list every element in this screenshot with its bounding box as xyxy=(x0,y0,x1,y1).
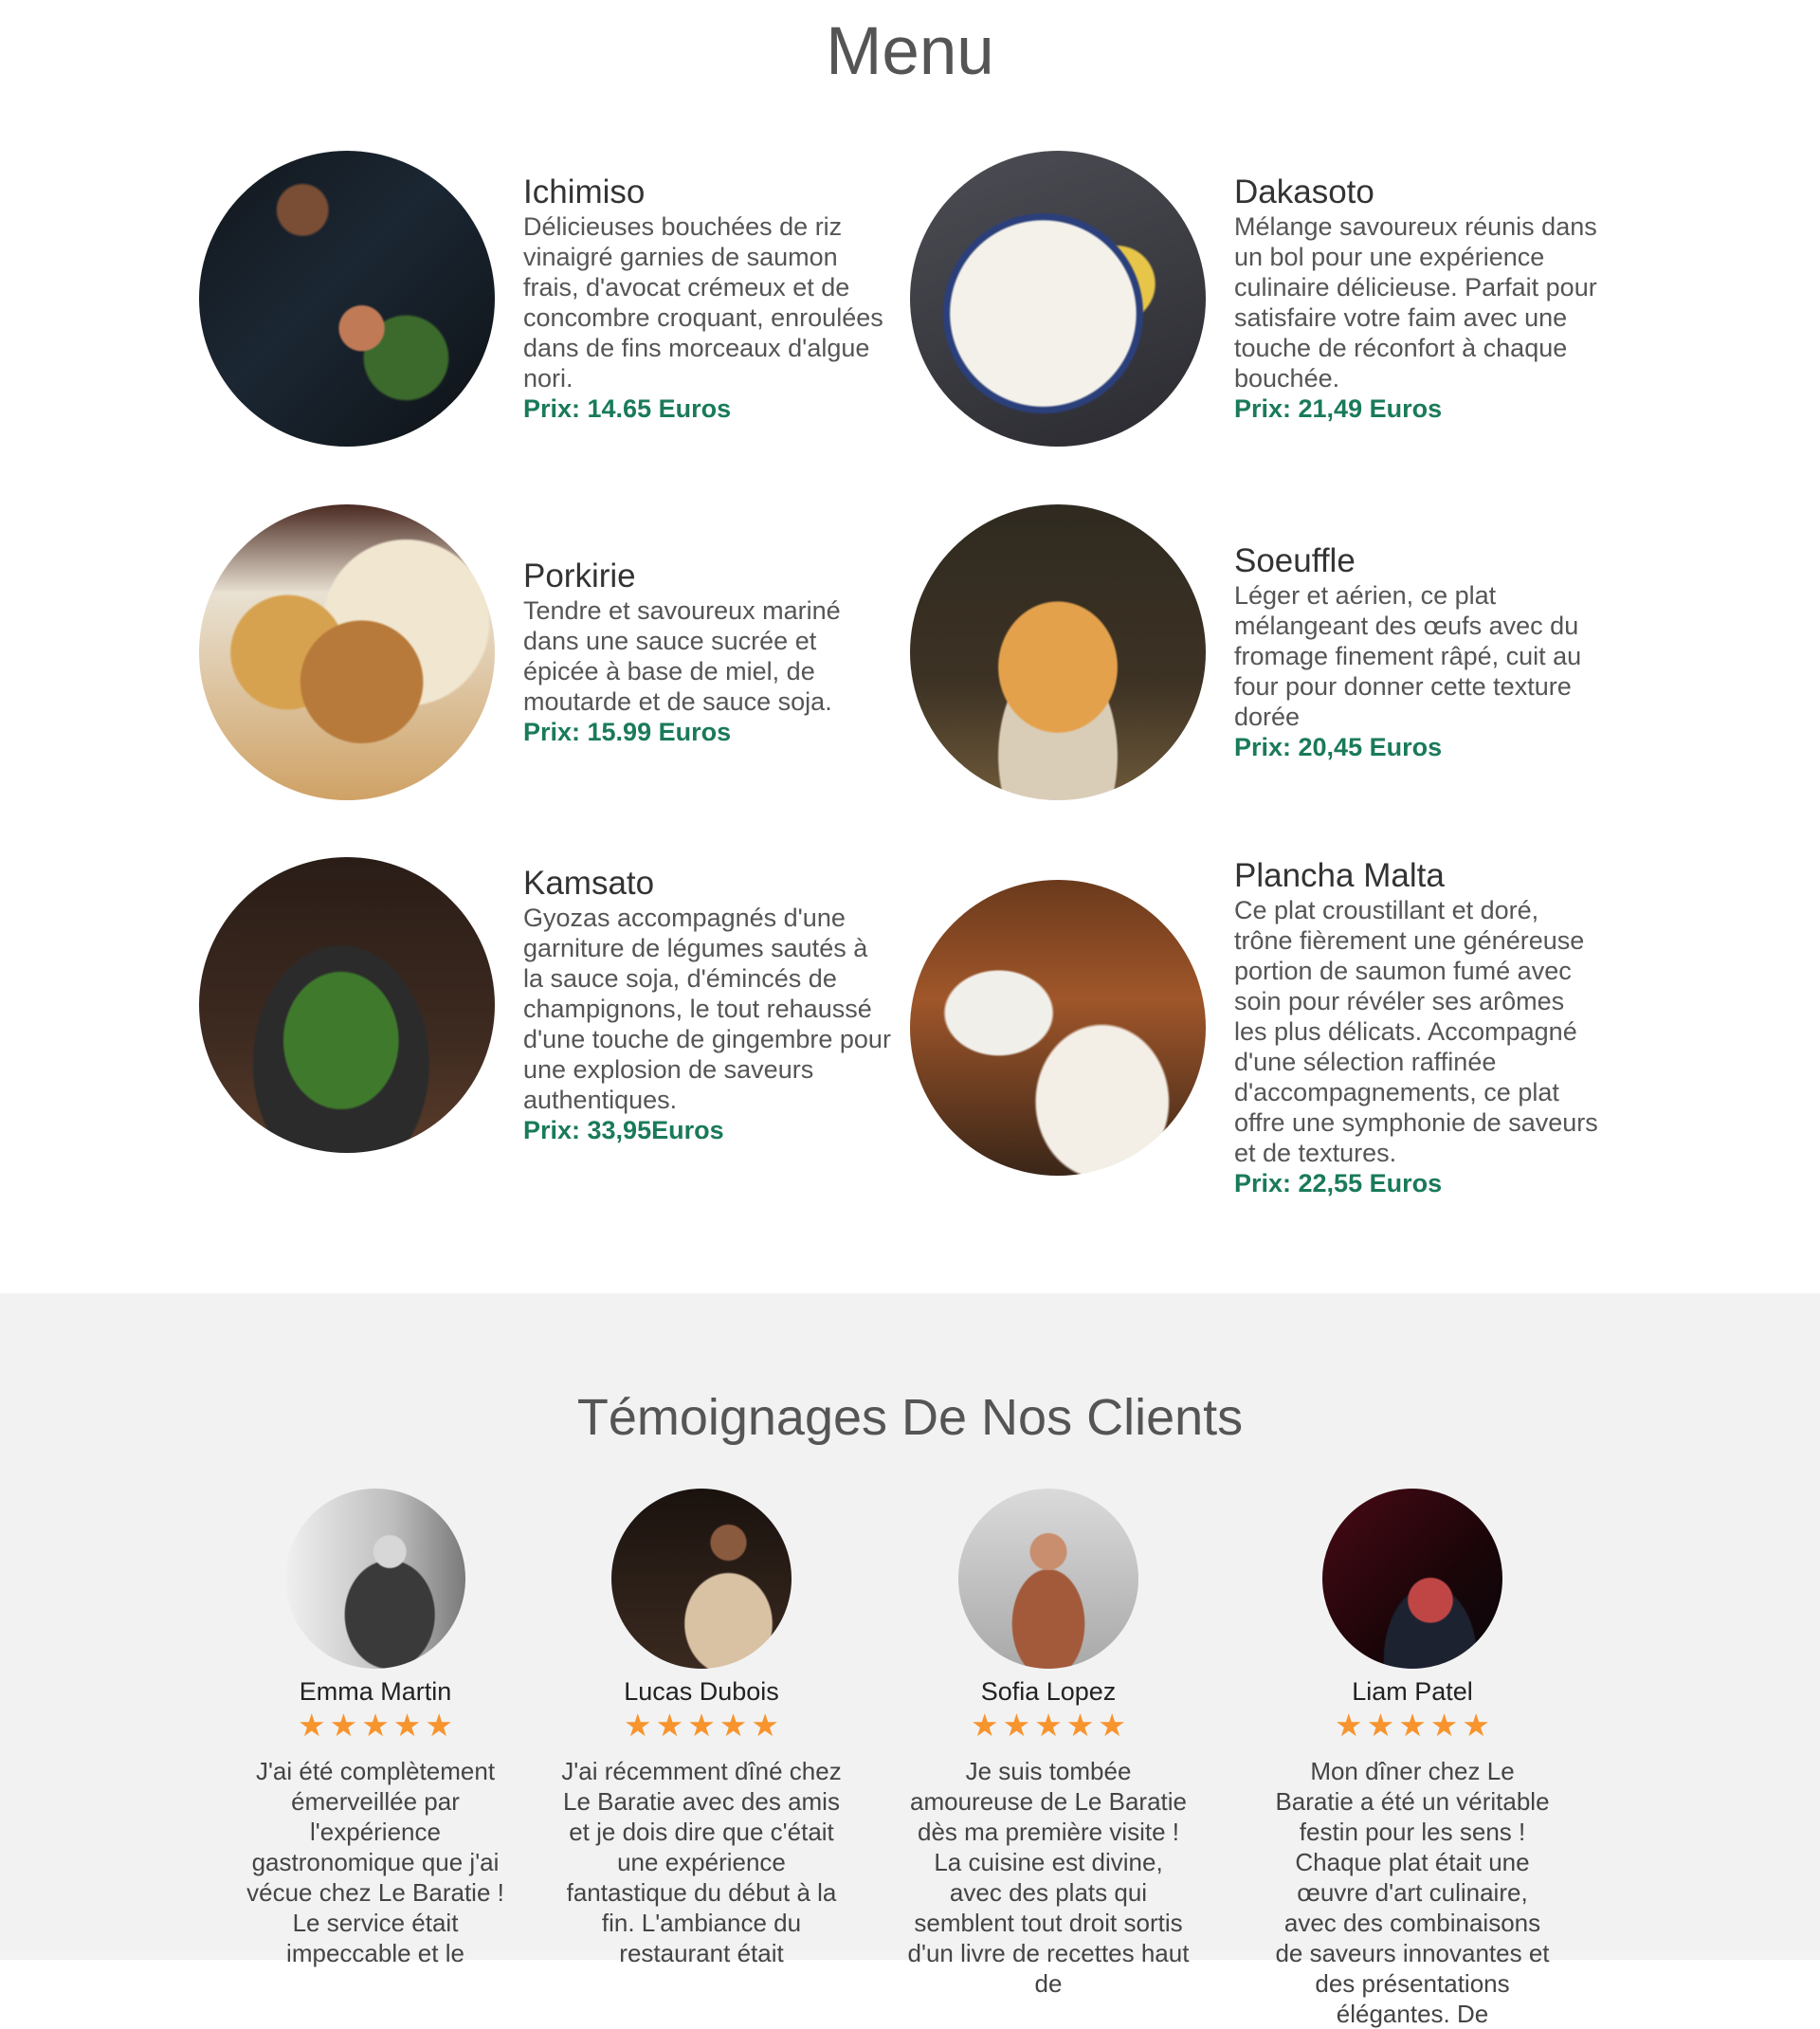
dish-name: Kamsato xyxy=(523,864,655,902)
star-icon: ★ xyxy=(687,1708,716,1743)
dish-name: Soeuffle xyxy=(1234,541,1356,579)
dish-photo xyxy=(199,151,495,447)
dish-description: Léger et aérien, ce plat mélangeant des … xyxy=(1234,581,1582,732)
star-icon: ★ xyxy=(1429,1708,1459,1743)
dish-price: Prix: 15.99 Euros xyxy=(523,718,732,747)
star-icon: ★ xyxy=(1462,1708,1490,1743)
star-icon: ★ xyxy=(1002,1708,1031,1743)
star-rating: ★ ★ ★ ★ ★ xyxy=(906,1709,1191,1743)
star-icon: ★ xyxy=(1034,1708,1063,1743)
star-icon: ★ xyxy=(1335,1708,1363,1743)
dish-price: Prix: 33,95Euros xyxy=(523,1116,724,1145)
testimonial-quote: Je suis tombée amoureuse de Le Baratie d… xyxy=(907,1757,1190,1998)
star-icon: ★ xyxy=(624,1708,652,1743)
star-icon: ★ xyxy=(361,1708,390,1743)
testimonials-title: Témoignages De Nos Clients xyxy=(576,1389,1244,1446)
customer-name: Liam Patel xyxy=(1352,1677,1473,1706)
testimonial-quote: J'ai récemment dîné chez Le Baratie avec… xyxy=(561,1757,842,1967)
star-icon: ★ xyxy=(971,1708,999,1743)
dish-photo xyxy=(910,151,1206,447)
dish-name: Plancha Malta xyxy=(1234,857,1445,894)
menu-title: Menu xyxy=(826,14,994,89)
avatar xyxy=(958,1489,1138,1669)
dish-card: Porkirie Tendre et savoureux mariné dans… xyxy=(199,504,901,800)
star-icon: ★ xyxy=(1398,1708,1427,1743)
star-rating: ★ ★ ★ ★ ★ xyxy=(1270,1709,1555,1743)
dish-description: Gyozas accompagnés d'une garniture de lé… xyxy=(523,904,891,1115)
dish-price: Prix: 14.65 Euros xyxy=(523,394,732,424)
star-icon: ★ xyxy=(1065,1708,1095,1743)
dish-price: Prix: 22,55 Euros xyxy=(1234,1169,1443,1198)
star-icon: ★ xyxy=(655,1708,684,1743)
customer-name: Lucas Dubois xyxy=(624,1677,779,1706)
star-icon: ★ xyxy=(329,1708,358,1743)
testimonials-section: Témoignages De Nos Clients Emma Martin ★… xyxy=(0,1293,1820,2028)
avatar xyxy=(611,1489,792,1669)
star-icon: ★ xyxy=(392,1708,422,1743)
star-icon: ★ xyxy=(1098,1708,1126,1743)
dish-price: Prix: 20,45 Euros xyxy=(1234,733,1443,762)
star-rating: ★ ★ ★ ★ ★ xyxy=(559,1709,844,1743)
customer-name: Sofia Lopez xyxy=(980,1677,1117,1706)
dish-name: Ichimiso xyxy=(523,173,646,210)
testimonial-quote: J'ai été complètement émerveillée par l'… xyxy=(246,1757,504,1967)
menu-section: Menu Ichimiso Délicieuses bouchées de ri… xyxy=(0,0,1820,1293)
star-icon: ★ xyxy=(719,1708,748,1743)
dish-photo xyxy=(910,504,1206,800)
testimonial-card: Lucas Dubois ★ ★ ★ ★ ★ J'ai récemment dîné c… xyxy=(559,1489,844,1968)
dish-description: Tendre et savoureux mariné dans une sauc… xyxy=(523,596,841,717)
avatar xyxy=(1322,1489,1502,1669)
dish-card: Ichimiso Délicieuses bouchées de riz vin… xyxy=(199,151,901,447)
dish-photo xyxy=(910,880,1206,1177)
dish-card: Kamsato Gyozas accompagnés d'une garnitu… xyxy=(199,857,901,1153)
testimonial-card: Liam Patel ★ ★ ★ ★ ★ Mon dîner chez Le Barat… xyxy=(1270,1489,1555,2029)
dish-photo xyxy=(199,504,495,800)
dish-card: Dakasoto Mélange savoureux réunis dans u… xyxy=(910,151,1611,447)
star-icon: ★ xyxy=(1366,1708,1395,1743)
star-icon: ★ xyxy=(425,1708,453,1743)
dish-photo xyxy=(199,857,495,1153)
dish-description: Délicieuses bouchées de riz vinaigré gar… xyxy=(523,212,883,393)
avatar xyxy=(285,1489,465,1669)
testimonial-card: Sofia Lopez ★ ★ ★ ★ ★ Je suis tombée amoureu… xyxy=(906,1489,1191,1999)
star-icon: ★ xyxy=(298,1708,326,1743)
dish-description: Ce plat croustillant et doré, trône fièr… xyxy=(1234,896,1598,1168)
dish-card: Plancha Malta Ce plat croustillant et do… xyxy=(910,857,1611,1198)
star-rating: ★ ★ ★ ★ ★ xyxy=(233,1709,518,1743)
dish-card: Soeuffle Léger et aérien, ce plat mélang… xyxy=(910,504,1611,800)
dish-price: Prix: 21,49 Euros xyxy=(1234,394,1443,424)
dish-description: Mélange savoureux réunis dans un bol pou… xyxy=(1234,212,1597,393)
star-icon: ★ xyxy=(751,1708,779,1743)
dish-name: Dakasoto xyxy=(1234,173,1374,210)
customer-name: Emma Martin xyxy=(299,1677,452,1706)
dish-name: Porkirie xyxy=(523,557,636,594)
testimonial-quote: Mon dîner chez Le Baratie a été un vérit… xyxy=(1275,1757,1550,2028)
testimonial-card: Emma Martin ★ ★ ★ ★ ★ J'ai été complètement … xyxy=(233,1489,518,1968)
